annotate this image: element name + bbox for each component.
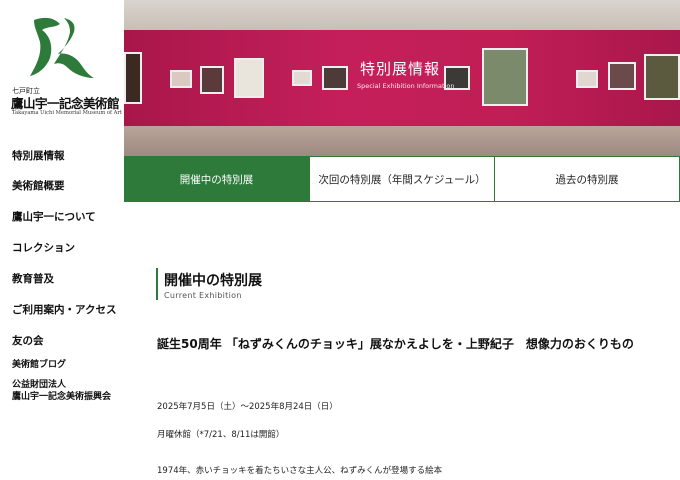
museum-logo[interactable]: 七戸町立 鷹山宇一記念美術館 Takayama Uichi Memorial M… [0, 0, 124, 125]
section-title: 開催中の特別展 [164, 273, 262, 289]
tab-past-exhibition[interactable]: 過去の特別展 [494, 156, 680, 202]
section-subtitle: Current Exhibition [164, 291, 242, 300]
nav-item-access[interactable]: ご利用案内・アクセス [12, 302, 116, 317]
nav-item-about-artist[interactable]: 鷹山宇一について [12, 209, 96, 224]
tk-logo-icon [30, 17, 94, 78]
nav-item-foundation-name[interactable]: 鷹山宇一記念美術振興会 [12, 391, 111, 403]
exhibition-dates: 2025年7月5日（土）～2025年8月24日（日） [157, 402, 338, 412]
exhibition-closed-days: 月曜休館（*7/21、8/11は開館） [157, 430, 285, 440]
painting [608, 62, 636, 90]
sidebar: 七戸町立 鷹山宇一記念美術館 Takayama Uichi Memorial M… [0, 0, 124, 480]
painting [170, 70, 192, 88]
tab-current-exhibition[interactable]: 開催中の特別展 [124, 156, 309, 202]
hero-subtitle: Special Exhibition Information [357, 82, 455, 90]
painting [200, 66, 224, 94]
painting [482, 48, 528, 106]
nav-item-collection[interactable]: コレクション [12, 240, 75, 255]
nav-item-special-exhibition[interactable]: 特別展情報 [12, 148, 65, 163]
painting [234, 58, 264, 98]
nav-item-education[interactable]: 教育普及 [12, 271, 54, 286]
exhibition-tabs: 開催中の特別展 次回の特別展（年間スケジュール） 過去の特別展 [124, 156, 680, 202]
hero-banner: 特別展情報 Special Exhibition Information [124, 0, 680, 156]
nav-item-museum-overview[interactable]: 美術館概要 [12, 178, 65, 193]
gallery-ceiling [124, 0, 680, 30]
tab-next-exhibition[interactable]: 次回の特別展（年間スケジュール） [309, 156, 495, 202]
exhibition-description: 1974年、赤いチョッキを着たちいさな主人公、ねずみくんが登場する絵本 [157, 466, 443, 476]
painting [124, 52, 142, 104]
hero-title: 特別展情報 [360, 60, 441, 78]
painting [576, 70, 598, 88]
painting [292, 70, 312, 86]
painting [322, 66, 348, 90]
exhibition-title: 誕生50周年 「ねずみくんのチョッキ」展なかえよしを・上野紀子 想像力のおくりも… [157, 337, 634, 351]
painting [644, 54, 680, 100]
nav-item-friends[interactable]: 友の会 [12, 333, 44, 348]
gallery-floor [124, 126, 680, 156]
nav-item-foundation[interactable]: 公益財団法人 [12, 379, 66, 391]
logo-english-name: Takayama Uichi Memorial Museum of Art [12, 110, 122, 116]
nav-item-blog[interactable]: 美術館ブログ [12, 359, 66, 371]
section-accent-bar [156, 268, 158, 300]
